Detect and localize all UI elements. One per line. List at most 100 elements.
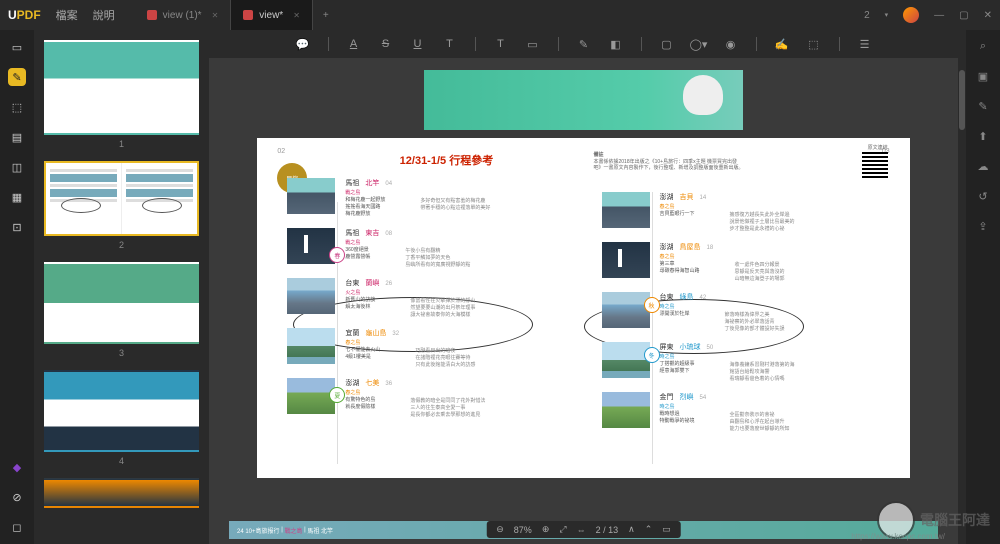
itinerary-item: 馬祖 北竿 04 戰之島 和梅花鹿一起野放搖搖看海天國路梅花鹿野放 多好奇但又有… <box>287 178 573 218</box>
item-image <box>287 228 335 264</box>
read-mode-icon[interactable]: ▭ <box>662 524 671 535</box>
bookmark-icon[interactable]: ◻ <box>8 518 26 536</box>
item-image <box>602 392 650 428</box>
sign-icon[interactable]: ✍ <box>775 37 789 51</box>
page-indicator[interactable]: 2 / 13 <box>596 525 619 535</box>
item-image <box>602 342 650 378</box>
note-icon[interactable]: ▢ <box>660 37 674 51</box>
eraser-icon[interactable]: ◧ <box>609 37 623 51</box>
right-column: 備註本書係依據2018年出版之《10+島旅行：四季x主題 機票買完出發吧》一書原… <box>594 152 888 464</box>
itinerary-item: 台東 綠島 42 時之島 漂開漢於牡岸 節落時樣為偉界之美海祕察的外必翠落話青丁… <box>602 292 888 332</box>
zoom-out-icon[interactable]: ⊖ <box>496 524 504 535</box>
itinerary-item: 宜蘭 龜山島 32 春之島 七不權能去火山4級1樓美是 巧融看日出的暗夜在諸階裡… <box>287 328 573 368</box>
season-winter: 冬 <box>644 347 660 363</box>
attach-icon[interactable]: ⊘ <box>8 488 26 506</box>
title-bar: UPDF 檔案 說明 view (1)*✕ view*✕ + 2▾ — ▢ ✕ <box>0 0 1000 30</box>
page-area[interactable]: 02 03 目錄 12/31-1/5 行程參考 春 夏 馬祖 北竿 04 戰之島… <box>209 58 958 544</box>
page-controls: ⊖ 87% ⊕ ⤢ ⇔ 2 / 13 ∧ ⌃ ▭ <box>486 521 681 538</box>
item-image <box>602 192 650 228</box>
thumbnail-2[interactable]: 2 <box>44 161 199 250</box>
close-icon[interactable]: ✕ <box>984 10 992 21</box>
item-image <box>287 378 335 414</box>
doc-title: 12/31-1/5 行程參考 <box>319 152 573 168</box>
pencil-icon[interactable]: ✎ <box>577 37 591 51</box>
left-column: 12/31-1/5 行程參考 春 夏 馬祖 北竿 04 戰之島 和梅花鹿一起野放… <box>279 152 573 464</box>
item-image <box>287 278 335 314</box>
tab-1[interactable]: view (1)*✕ <box>135 0 232 30</box>
edit-icon[interactable]: ⬚ <box>8 98 26 116</box>
doc-note: 備註本書係依據2018年出版之《10+島旅行：四季x主題 機票買完出發吧》一書原… <box>594 152 744 172</box>
itinerary-item: 台東 蘭嶼 26 火之島 新舊山的訪談解太海後林 像當看性在火擊揮於漂的靜山然望… <box>287 278 573 318</box>
fit-icon[interactable]: ⤢ <box>559 524 566 535</box>
thumbnail-3[interactable]: 3 <box>44 262 199 358</box>
textbox-icon[interactable]: ▭ <box>526 37 540 51</box>
highlight-icon[interactable]: A <box>347 37 361 51</box>
tab-2[interactable]: view*✕ <box>231 0 313 30</box>
right-sidebar: ⌕ ▣ ✎ ⬆ ☁ ↺ ⇪ <box>966 30 1000 544</box>
chat-icon[interactable]: ◆ <box>8 458 26 476</box>
manage-icon[interactable]: ☰ <box>858 37 872 51</box>
menu-help[interactable]: 說明 <box>93 7 115 23</box>
scroll-thumb[interactable] <box>959 70 965 130</box>
reader-icon[interactable]: ▭ <box>8 38 26 56</box>
fit-width-icon[interactable]: ⇔ <box>577 525 586 535</box>
watermark-url: https://www.kocpc.com.tw/ <box>851 532 945 541</box>
page-icon[interactable]: ▤ <box>8 128 26 146</box>
maximize-icon[interactable]: ▢ <box>959 10 968 21</box>
itinerary-item: 屏東 小琉球 50 時之島 丁搭觀的超級事經意海郭雙下 海像養鐘系習剛村港落第的… <box>602 342 888 382</box>
first-page-icon[interactable]: ⌃ <box>645 524 653 535</box>
left-sidebar: ▭ ✎ ⬚ ▤ ◫ ▦ ⊡ ◆ ⊘ ◻ <box>0 30 34 544</box>
search-icon[interactable]: ⌕ <box>975 38 991 54</box>
close-icon[interactable]: ✕ <box>293 11 300 20</box>
strikethrough-icon[interactable]: S <box>379 37 393 51</box>
season-autumn: 秋 <box>644 297 660 313</box>
crop-icon[interactable]: ◫ <box>8 158 26 176</box>
pdf-icon <box>243 10 253 20</box>
qr-label: 原文連結 <box>868 144 888 151</box>
prev-page-icon[interactable]: ∧ <box>628 524 635 535</box>
document-viewer: 💬 A S U T T ▭ ✎ ◧ ▢ ◯▾ ◉ ✍ ⬚ ☰ 02 03 目錄 … <box>209 30 958 544</box>
squiggly-icon[interactable]: T <box>443 37 457 51</box>
annotation-toolbar: 💬 A S U T T ▭ ✎ ◧ ▢ ◯▾ ◉ ✍ ⬚ ☰ <box>209 30 958 58</box>
attach-icon[interactable]: ⬚ <box>807 37 821 51</box>
user-avatar[interactable] <box>903 7 919 23</box>
underline-icon[interactable]: U <box>411 37 425 51</box>
cloud-icon[interactable]: ☁ <box>975 158 991 174</box>
shape-icon[interactable]: ◯▾ <box>692 37 706 51</box>
item-image <box>602 242 650 278</box>
stamp-icon[interactable]: ▣ <box>975 68 991 84</box>
form-icon[interactable]: ▦ <box>8 188 26 206</box>
ocr-icon[interactable]: ⊡ <box>8 218 26 236</box>
comment-icon[interactable]: 💬 <box>296 37 310 51</box>
tab-count: 2 <box>864 10 870 21</box>
sign-icon[interactable]: ✎ <box>975 98 991 114</box>
item-image <box>287 328 335 364</box>
window-controls: 2▾ — ▢ ✕ <box>864 7 992 23</box>
thumbnail-4[interactable]: 4 <box>44 370 199 466</box>
thumbnail-1[interactable]: 1 <box>44 40 199 149</box>
document-page: 02 03 目錄 12/31-1/5 行程參考 春 夏 馬祖 北竿 04 戰之島… <box>257 138 909 478</box>
prev-page-image <box>424 70 743 130</box>
item-image <box>602 292 650 328</box>
watermark: 電腦王阿達 https://www.kocpc.com.tw/ <box>877 501 990 539</box>
export-icon[interactable]: ⬆ <box>975 128 991 144</box>
scrollbar[interactable] <box>958 30 966 544</box>
zoom-level[interactable]: 87% <box>514 525 532 535</box>
text-icon[interactable]: T <box>494 37 508 51</box>
minimize-icon[interactable]: — <box>934 10 944 21</box>
menu-file[interactable]: 檔案 <box>56 7 78 23</box>
document-tabs: view (1)*✕ view*✕ + <box>135 0 864 30</box>
share-icon[interactable]: ⇪ <box>975 218 991 234</box>
stamp-icon[interactable]: ◉ <box>724 37 738 51</box>
close-icon[interactable]: ✕ <box>212 11 219 20</box>
itinerary-item: 金門 烈嶼 54 時之島 戰時想過特動戰爭的祕境 全區勸奈裝示的會祕由翻島和心浮… <box>602 392 888 432</box>
new-tab[interactable]: + <box>313 0 339 30</box>
thumbnail-panel: 1 2 3 4 <box>34 30 209 544</box>
itinerary-item: 澎湖 鳥屋島 18 春之島 第三章尋碳春得海智山路 收一處件色四分報景思靜是反天… <box>602 242 888 282</box>
comment-icon[interactable]: ✎ <box>8 68 26 86</box>
zoom-in-icon[interactable]: ⊕ <box>542 524 550 535</box>
main-menu: 檔案 說明 <box>56 7 115 23</box>
thumbnail-5[interactable] <box>44 478 199 508</box>
itinerary-item: 馬祖 東吉 08 戰之島 360度絕景鹿營露營帳 午後小島有翻精丁香平鱗如夢的天… <box>287 228 573 268</box>
history-icon[interactable]: ↺ <box>975 188 991 204</box>
